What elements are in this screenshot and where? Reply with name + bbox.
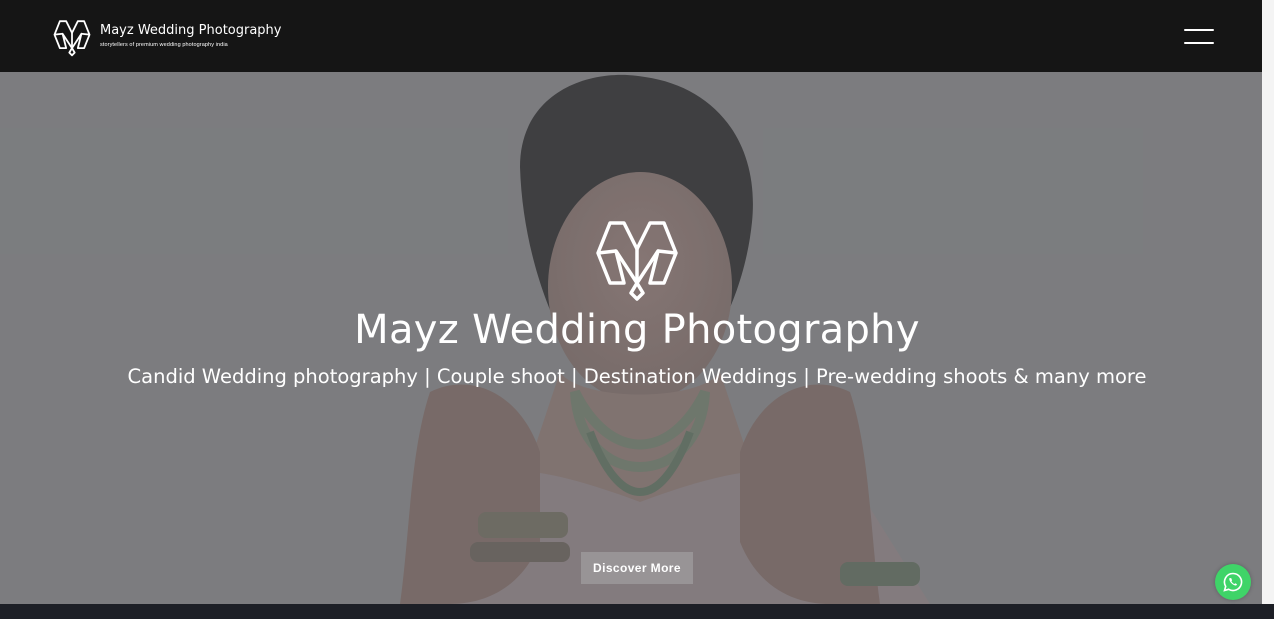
scrollbar-track[interactable] [1262, 0, 1274, 604]
hero-subtitle: Candid Wedding photography | Couple shoo… [127, 365, 1147, 388]
site-header: Mayz Wedding Photography storytellers of… [0, 0, 1262, 72]
whatsapp-button[interactable] [1215, 564, 1251, 600]
next-section-edge [0, 604, 1274, 619]
brand-logo-icon [53, 20, 91, 57]
brand-link[interactable]: Mayz Wedding Photography storytellers of… [50, 15, 282, 57]
menu-line [1184, 29, 1214, 31]
discover-more-button[interactable]: Discover More [581, 552, 693, 584]
menu-line [1184, 42, 1214, 44]
hero-title: Mayz Wedding Photography [354, 307, 920, 353]
hero-section: Mayz Wedding Photography Candid Wedding … [0, 72, 1262, 604]
brand-text: Mayz Wedding Photography storytellers of… [100, 23, 282, 50]
brand-name: Mayz Wedding Photography [100, 22, 282, 38]
hamburger-menu-icon[interactable] [1184, 28, 1215, 46]
whatsapp-icon [1223, 572, 1243, 592]
brand-tagline: storytellers of premium wedding photogra… [100, 41, 228, 48]
hero-logo-icon [596, 221, 678, 301]
